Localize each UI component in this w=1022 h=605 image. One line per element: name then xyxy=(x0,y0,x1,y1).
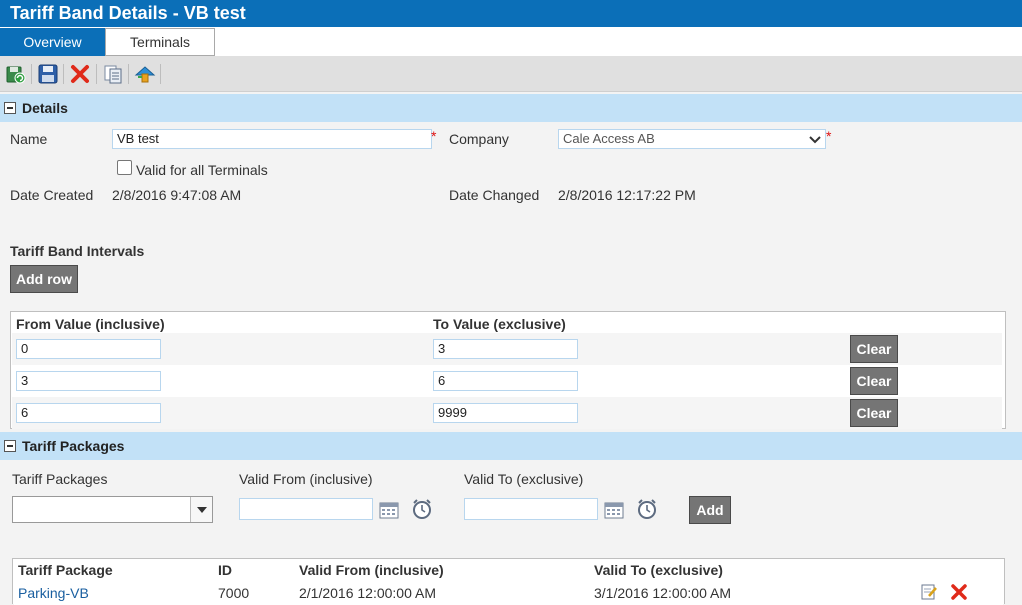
delete-icon[interactable] xyxy=(950,583,968,601)
package-valid-to: 3/1/2016 12:00:00 AM xyxy=(594,585,731,601)
table-row: 3 6 Clear xyxy=(12,365,1002,397)
tariff-packages-label: Tariff Packages xyxy=(12,471,108,487)
date-created-label: Date Created xyxy=(10,187,94,203)
packages-section-title: Tariff Packages xyxy=(22,438,125,454)
column-header-valid-to: Valid To (exclusive) xyxy=(594,562,723,578)
caret-down-icon xyxy=(197,507,207,513)
date-changed-label: Date Changed xyxy=(449,187,540,203)
calendar-icon[interactable] xyxy=(379,501,399,519)
valid-from-input[interactable] xyxy=(239,498,373,520)
date-created-value: 2/8/2016 9:47:08 AM xyxy=(112,187,242,203)
toolbar-separator xyxy=(96,64,97,84)
column-header-from: From Value (inclusive) xyxy=(16,316,165,332)
packages-section-header: Tariff Packages xyxy=(0,432,1022,460)
packages-table: Tariff Package ID Valid From (inclusive)… xyxy=(12,558,1005,605)
toolbar-separator xyxy=(160,64,161,84)
valid-to-label: Valid To (exclusive) xyxy=(464,471,584,487)
package-link[interactable]: Parking-VB xyxy=(18,585,89,601)
toolbar-separator xyxy=(31,64,32,84)
clear-button[interactable]: Clear xyxy=(850,335,898,363)
copy-icon[interactable] xyxy=(102,63,124,85)
to-value-input[interactable]: 3 xyxy=(433,339,578,359)
intervals-table: From Value (inclusive) To Value (exclusi… xyxy=(10,311,1006,429)
from-value-input[interactable]: 3 xyxy=(16,371,161,391)
name-label: Name xyxy=(10,131,48,147)
calendar-icon[interactable] xyxy=(604,501,624,519)
clock-icon[interactable] xyxy=(411,498,433,520)
valid-all-terminals-label: Valid for all Terminals xyxy=(136,162,268,178)
tab-terminals[interactable]: Terminals xyxy=(105,28,215,56)
tariff-packages-dropdown[interactable] xyxy=(12,496,213,523)
required-mark: * xyxy=(431,128,437,144)
details-section-title: Details xyxy=(22,100,68,116)
table-row: 6 9999 Clear xyxy=(12,397,1002,429)
add-row-button[interactable]: Add row xyxy=(10,265,78,293)
toolbar-separator xyxy=(128,64,129,84)
column-header-to: To Value (exclusive) xyxy=(433,316,566,332)
save-icon[interactable] xyxy=(37,63,59,85)
to-value-input[interactable]: 9999 xyxy=(433,403,578,423)
intervals-title: Tariff Band Intervals xyxy=(10,243,145,259)
column-header-package: Tariff Package xyxy=(18,562,113,578)
package-valid-from: 2/1/2016 12:00:00 AM xyxy=(299,585,436,601)
refresh-icon[interactable] xyxy=(5,63,27,85)
required-mark: * xyxy=(826,128,832,144)
valid-to-input[interactable] xyxy=(464,498,598,520)
clear-button[interactable]: Clear xyxy=(850,399,898,427)
date-changed-value: 2/8/2016 12:17:22 PM xyxy=(558,187,696,203)
chevron-down-icon xyxy=(809,136,821,144)
tab-overview[interactable]: Overview xyxy=(0,28,105,56)
tab-bar: Overview Terminals xyxy=(0,27,1022,56)
table-row: Parking-VB 7000 2/1/2016 12:00:00 AM 3/1… xyxy=(14,581,1003,605)
valid-from-label: Valid From (inclusive) xyxy=(239,471,373,487)
toolbar-separator xyxy=(63,64,64,84)
clear-button[interactable]: Clear xyxy=(850,367,898,395)
details-section-header: Details xyxy=(0,94,1022,122)
dropdown-arrow[interactable] xyxy=(190,497,212,522)
company-select-value: Cale Access AB xyxy=(563,131,655,146)
from-value-input[interactable]: 0 xyxy=(16,339,161,359)
company-label: Company xyxy=(449,131,509,147)
add-package-button[interactable]: Add xyxy=(689,496,731,524)
company-select[interactable]: Cale Access AB xyxy=(558,129,826,149)
edit-icon[interactable] xyxy=(920,583,938,601)
table-row: 0 3 Clear xyxy=(12,333,1002,365)
valid-all-terminals-checkbox[interactable] xyxy=(117,160,132,175)
page-title: Tariff Band Details - VB test xyxy=(0,0,1022,27)
from-value-input[interactable]: 6 xyxy=(16,403,161,423)
clock-icon[interactable] xyxy=(636,498,658,520)
to-value-input[interactable]: 6 xyxy=(433,371,578,391)
column-header-valid-from: Valid From (inclusive) xyxy=(299,562,444,578)
collapse-details-icon[interactable] xyxy=(4,102,16,114)
package-id: 7000 xyxy=(218,585,250,601)
column-header-id: ID xyxy=(218,562,232,578)
upload-icon[interactable] xyxy=(134,63,156,85)
toolbar xyxy=(0,56,1022,92)
delete-icon[interactable] xyxy=(69,63,91,85)
collapse-packages-icon[interactable] xyxy=(4,440,16,452)
name-input[interactable]: VB test xyxy=(112,129,432,149)
